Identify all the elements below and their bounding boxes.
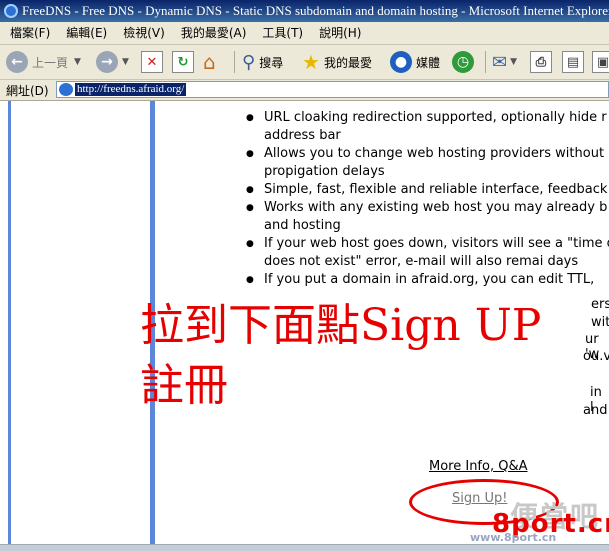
print-icon: ⎙ — [530, 51, 552, 73]
search-button[interactable]: ⚲ 搜尋 — [242, 49, 283, 75]
back-arrow-icon: ← — [6, 51, 28, 73]
more-info-link[interactable]: More Info, Q&A — [429, 459, 528, 474]
refresh-icon: ↻ — [172, 51, 194, 73]
toolbar-separator — [485, 51, 486, 73]
stop-button[interactable]: ✕ — [141, 49, 163, 75]
text-fragment: ou.v — [583, 349, 609, 364]
address-label: 網址(D) — [6, 84, 49, 98]
edit-icon: ▤ — [562, 51, 584, 73]
history-icon: ◷ — [452, 51, 474, 73]
discuss-icon: ▣ — [592, 51, 609, 73]
left-frame-border — [8, 101, 11, 551]
horizontal-scrollbar[interactable] — [0, 544, 609, 551]
menu-help[interactable]: 說明(H) — [309, 22, 367, 44]
search-label: 搜尋 — [259, 55, 284, 70]
search-icon: ⚲ — [242, 51, 256, 73]
site-watermark: 便當吧 8port.cn www.8port.cn — [470, 491, 609, 546]
list-item: Works with any existing web host you may… — [246, 199, 609, 235]
discuss-button[interactable]: ▣ — [592, 49, 609, 75]
feature-list: URL cloaking redirection supported, opti… — [246, 109, 609, 289]
menu-bar: 檔案(F) 編輯(E) 檢視(V) 我的最愛(A) 工具(T) 說明(H) — [0, 22, 609, 45]
home-icon: ⌂ — [203, 50, 216, 74]
favorites-button[interactable]: ★ 我的最愛 — [302, 49, 372, 75]
watermark-url: www.8port.cn — [470, 531, 557, 544]
print-button[interactable]: ⎙ — [530, 49, 552, 75]
annotation-line-2: 註冊 — [140, 360, 228, 411]
annotation-overlay: 拉到下面點Sign UP 註冊 — [140, 296, 541, 416]
forward-dropdown-icon: ▼ — [122, 57, 129, 67]
window-titlebar: FreeDNS - Free DNS - Dynamic DNS - Stati… — [0, 0, 609, 22]
mail-dropdown-icon: ▼ — [510, 57, 518, 67]
list-item: URL cloaking redirection supported, opti… — [246, 109, 609, 145]
toolbar: ← 上一頁 ▼ → ▼ ✕ ↻ ⌂ ⚲ 搜尋 ★ 我的最愛 ● 媒體 ◷ ✉ ▼… — [0, 45, 609, 80]
list-item: Simple, fast, flexible and reliable inte… — [246, 181, 609, 199]
home-button[interactable]: ⌂ — [203, 49, 216, 75]
media-label: 媒體 — [416, 55, 441, 70]
menu-edit[interactable]: 編輯(E) — [56, 22, 113, 44]
address-input[interactable]: http://freedns.afraid.org/ — [56, 81, 609, 98]
menu-view[interactable]: 檢視(V) — [113, 22, 171, 44]
list-item: If you put a domain in afraid.org, you c… — [246, 271, 609, 289]
page-icon — [59, 83, 73, 96]
stop-icon: ✕ — [141, 51, 163, 73]
text-fragment: ers — [591, 297, 609, 312]
favorites-label: 我的最愛 — [323, 55, 372, 70]
address-url[interactable]: http://freedns.afraid.org/ — [75, 83, 187, 96]
menu-file[interactable]: 檔案(F) — [0, 22, 56, 44]
mail-icon: ✉ — [492, 51, 508, 73]
menu-tools[interactable]: 工具(T) — [252, 22, 309, 44]
history-button[interactable]: ◷ — [452, 49, 474, 75]
back-dropdown-icon: ▼ — [74, 57, 81, 67]
refresh-button[interactable]: ↻ — [172, 49, 194, 75]
forward-button[interactable]: → ▼ — [96, 49, 129, 75]
text-fragment: and — [583, 403, 608, 418]
star-icon: ★ — [302, 50, 320, 74]
media-globe-icon: ● — [390, 51, 412, 73]
text-fragment: wit — [591, 315, 609, 330]
window-title: FreeDNS - Free DNS - Dynamic DNS - Stati… — [22, 3, 609, 18]
list-item: If your web host goes down, visitors wil… — [246, 235, 609, 271]
menu-favorites[interactable]: 我的最愛(A) — [171, 22, 253, 44]
toolbar-separator — [234, 51, 235, 73]
ie-logo-icon — [4, 4, 18, 18]
list-item: Allows you to change web hosting provide… — [246, 145, 609, 181]
mail-button[interactable]: ✉ ▼ — [492, 49, 517, 75]
media-button[interactable]: ● 媒體 — [390, 49, 440, 75]
forward-arrow-icon: → — [96, 51, 118, 73]
annotation-line-1: 拉到下面點Sign UP — [140, 300, 542, 351]
address-bar: 網址(D) http://freedns.afraid.org/ — [0, 80, 609, 101]
page-viewport: URL cloaking redirection supported, opti… — [0, 101, 609, 551]
back-button[interactable]: ← 上一頁 ▼ — [6, 49, 81, 75]
back-label: 上一頁 — [32, 55, 69, 70]
edit-button[interactable]: ▤ — [562, 49, 584, 75]
